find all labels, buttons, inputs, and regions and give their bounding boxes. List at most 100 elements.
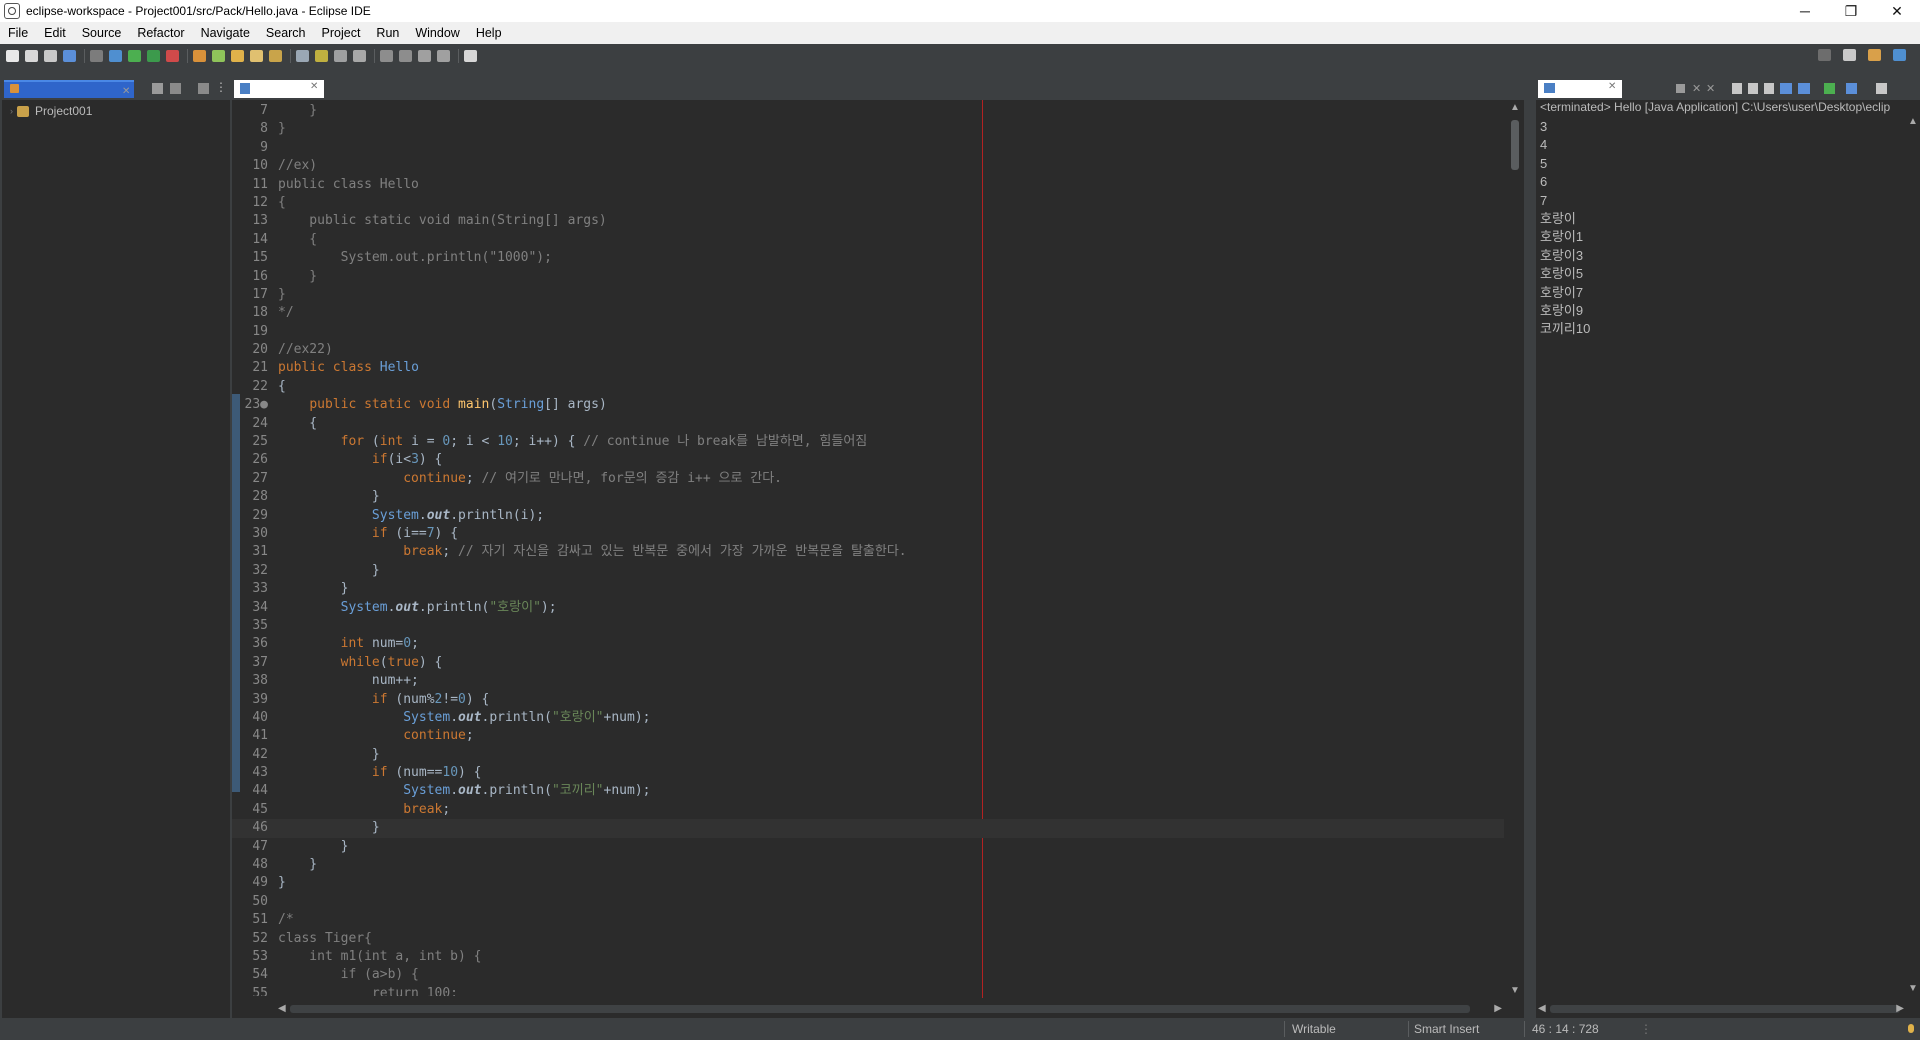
- scroll-up-icon[interactable]: ▲: [1908, 116, 1918, 127]
- code-line[interactable]: 8}: [232, 120, 1504, 138]
- code-line[interactable]: 46 }: [232, 819, 1504, 838]
- code-line[interactable]: 33 }: [232, 580, 1504, 598]
- search-icon[interactable]: [1818, 49, 1831, 61]
- menu-project[interactable]: Project: [314, 26, 369, 40]
- show-on-error-icon[interactable]: [1798, 83, 1810, 94]
- vertical-scrollbar[interactable]: ▲ ▼: [1906, 116, 1920, 996]
- code-line[interactable]: 55 return 100;: [232, 985, 1504, 996]
- external-tools-icon[interactable]: [166, 50, 179, 62]
- code-line[interactable]: 42 }: [232, 746, 1504, 764]
- code-line[interactable]: 49}: [232, 874, 1504, 892]
- terminate-icon[interactable]: [1676, 84, 1685, 93]
- next-annotation-icon[interactable]: [380, 50, 393, 62]
- clear-console-icon[interactable]: [1732, 83, 1742, 94]
- menu-help[interactable]: Help: [468, 26, 510, 40]
- tree-item-project001[interactable]: › Project001: [10, 104, 92, 118]
- code-line[interactable]: 47 }: [232, 838, 1504, 856]
- code-line[interactable]: 15 System.out.println("1000");: [232, 249, 1504, 267]
- code-area[interactable]: 7 } 8} 9 10//ex) 11 public class Hello 12{13 p…: [232, 102, 1504, 996]
- code-line[interactable]: 17}: [232, 286, 1504, 304]
- open-type-icon[interactable]: [250, 50, 263, 62]
- code-line[interactable]: 21 public class Hello: [232, 359, 1504, 377]
- tab-console[interactable]: ✕: [1538, 80, 1622, 98]
- code-line[interactable]: 28 }: [232, 488, 1504, 506]
- remove-all-icon[interactable]: ✕: [1706, 82, 1715, 95]
- horizontal-scrollbar[interactable]: ◀ ▶: [276, 1000, 1504, 1018]
- view-menu-icon[interactable]: ⋮: [215, 80, 227, 94]
- tab-package-explorer[interactable]: ✕: [4, 80, 134, 98]
- new-class-icon[interactable]: [231, 50, 244, 62]
- debug-perspective-icon[interactable]: [1893, 49, 1906, 61]
- code-line[interactable]: 45 break;: [232, 801, 1504, 819]
- code-line[interactable]: 26 if(i<3) {: [232, 451, 1504, 469]
- code-line[interactable]: 27 continue; // 여기로 만나면, for문의 증감 i++ 으로…: [232, 470, 1504, 488]
- code-line[interactable]: 7 }: [232, 102, 1504, 120]
- coverage-icon[interactable]: [147, 50, 160, 62]
- code-line[interactable]: 16 }: [232, 268, 1504, 286]
- code-line[interactable]: 44 System.out.println("코끼리"+num);: [232, 782, 1504, 800]
- collapse-all-icon[interactable]: [152, 83, 163, 94]
- code-line[interactable]: 52 class Tiger{: [232, 930, 1504, 948]
- terminal-icon[interactable]: [63, 50, 76, 62]
- code-line[interactable]: 31 break; // 자기 자신을 감싸고 있는 반복문 중에서 가장 가까…: [232, 543, 1504, 561]
- code-line[interactable]: 39 if (num%2!=0) {: [232, 691, 1504, 709]
- run-icon[interactable]: [128, 50, 141, 62]
- code-line[interactable]: 50: [232, 893, 1504, 911]
- code-line[interactable]: 10 //ex): [232, 157, 1504, 175]
- forward-icon[interactable]: [437, 50, 450, 62]
- menu-window[interactable]: Window: [407, 26, 467, 40]
- horizontal-scrollbar[interactable]: ◀ ▶: [1536, 1000, 1920, 1018]
- menu-run[interactable]: Run: [368, 26, 407, 40]
- code-line[interactable]: 51 /*: [232, 911, 1504, 929]
- minimize-button[interactable]: ─: [1782, 0, 1828, 22]
- code-line[interactable]: 54 if (a>b) {: [232, 966, 1504, 984]
- menu-source[interactable]: Source: [74, 26, 130, 40]
- menu-edit[interactable]: Edit: [36, 26, 74, 40]
- toggle-mark-icon[interactable]: [296, 50, 309, 62]
- code-line[interactable]: 40 System.out.println("호랑이"+num);: [232, 709, 1504, 727]
- code-line[interactable]: 9: [232, 139, 1504, 157]
- menu-search[interactable]: Search: [258, 26, 314, 40]
- close-button[interactable]: ✕: [1874, 0, 1920, 22]
- search-toolbar-icon[interactable]: [269, 50, 282, 62]
- code-line[interactable]: 19: [232, 323, 1504, 341]
- code-line[interactable]: 22 {: [232, 378, 1504, 396]
- pin-console-icon[interactable]: [1824, 83, 1835, 94]
- code-line[interactable]: 37 while(true) {: [232, 654, 1504, 672]
- code-line[interactable]: 53 int m1(int a, int b) {: [232, 948, 1504, 966]
- menu-navigate[interactable]: Navigate: [193, 26, 258, 40]
- code-line[interactable]: 35: [232, 617, 1504, 635]
- menu-refactor[interactable]: Refactor: [129, 26, 192, 40]
- scroll-down-icon[interactable]: ▼: [1510, 985, 1520, 996]
- pin-editor-icon[interactable]: [464, 50, 477, 62]
- scroll-down-icon[interactable]: ▼: [1908, 983, 1918, 994]
- code-line[interactable]: 36 int num=0;: [232, 635, 1504, 653]
- focus-icon[interactable]: [198, 83, 209, 94]
- code-line[interactable]: 32 }: [232, 562, 1504, 580]
- new-package-icon[interactable]: [212, 50, 225, 62]
- scrollbar-thumb[interactable]: [290, 1005, 1470, 1013]
- code-line[interactable]: 34 System.out.println("호랑이");: [232, 599, 1504, 617]
- code-line[interactable]: 18 */: [232, 304, 1504, 322]
- scroll-left-icon[interactable]: ◀: [278, 1003, 286, 1014]
- code-line[interactable]: 14 {: [232, 231, 1504, 249]
- code-line[interactable]: 43 if (num==10) {: [232, 764, 1504, 782]
- code-line[interactable]: 11 public class Hello: [232, 176, 1504, 194]
- code-line[interactable]: 48 }: [232, 856, 1504, 874]
- new-icon[interactable]: [6, 50, 19, 62]
- notification-icon[interactable]: [1908, 1024, 1914, 1033]
- code-line[interactable]: 24 {: [232, 415, 1504, 433]
- code-line[interactable]: 13 public static void main(String[] args…: [232, 212, 1504, 230]
- code-line[interactable]: 29 System.out.println(i);: [232, 507, 1504, 525]
- new-java-project-icon[interactable]: [193, 50, 206, 62]
- link-with-editor-icon[interactable]: [170, 83, 181, 94]
- code-line[interactable]: 30 if (i==7) {: [232, 525, 1504, 543]
- block-selection-icon[interactable]: [334, 50, 347, 62]
- close-icon[interactable]: ✕: [1608, 81, 1616, 92]
- close-icon[interactable]: ✕: [122, 86, 130, 97]
- scroll-right-icon[interactable]: ▶: [1896, 1003, 1904, 1014]
- debug-icon[interactable]: [109, 50, 122, 62]
- show-whitespace-icon[interactable]: [353, 50, 366, 62]
- show-on-output-icon[interactable]: [1780, 83, 1792, 94]
- remove-launch-icon[interactable]: ✕: [1692, 82, 1701, 95]
